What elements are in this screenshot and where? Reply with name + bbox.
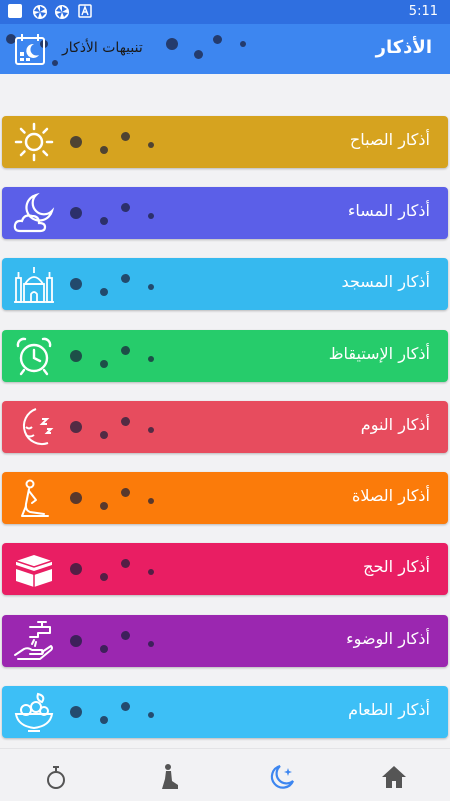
mosque-icon xyxy=(14,267,54,303)
decorative-dot xyxy=(70,350,82,362)
decorative-dot xyxy=(100,146,108,154)
card-mosque-adhkar[interactable]: أذكار المسجد xyxy=(2,258,448,310)
decorative-dot xyxy=(148,569,154,575)
card-sleep-adhkar[interactable]: أذكار النوم xyxy=(2,401,448,453)
card-waking-adhkar[interactable]: أذكار الإستيقاظ xyxy=(2,330,448,382)
bottom-nav xyxy=(0,748,450,801)
decorative-dot xyxy=(148,712,154,718)
decorative-dot xyxy=(121,631,130,640)
card-hajj-adhkar[interactable]: أذكار الحج xyxy=(2,543,448,595)
decorative-dot xyxy=(100,716,108,724)
decorative-dot xyxy=(100,645,108,653)
status-bar: 5:11 xyxy=(0,0,450,24)
page-title: الأذكار xyxy=(375,37,432,58)
card-label: أذكار الصباح xyxy=(349,130,430,149)
decorative-dot xyxy=(70,492,82,504)
decorative-dot xyxy=(100,360,108,368)
decorative-dot xyxy=(148,213,154,219)
kaaba-icon xyxy=(15,555,53,587)
decorative-dot xyxy=(70,278,82,290)
sun-icon xyxy=(14,122,54,162)
app-bar: الأذكار تنبيهات الأذكار xyxy=(0,24,450,74)
decorative-dot xyxy=(148,284,154,290)
moon-star-icon[interactable] xyxy=(268,763,296,791)
decorative-dot xyxy=(100,288,108,296)
decorative-dot xyxy=(70,706,82,718)
faucet-hand-icon xyxy=(14,621,53,660)
notifications-label[interactable]: تنبيهات الأذكار xyxy=(62,40,143,56)
letter-a-icon xyxy=(78,4,92,18)
decorative-dot xyxy=(148,356,154,362)
card-label: أذكار المسجد xyxy=(341,272,430,291)
alarm-clock-icon xyxy=(16,337,52,376)
food-bowl-icon xyxy=(14,692,54,732)
card-label: أذكار الطعام xyxy=(348,700,430,719)
prayer-icon[interactable] xyxy=(156,763,184,791)
card-label: أذكار المساء xyxy=(347,201,430,220)
decorative-dot xyxy=(100,573,108,581)
card-label: أذكار النوم xyxy=(360,415,430,434)
decorative-dot xyxy=(148,498,154,504)
decorative-dot xyxy=(121,702,130,711)
decorative-dot xyxy=(148,641,154,647)
praying-person-icon xyxy=(21,479,49,517)
decorative-dot xyxy=(121,346,130,355)
card-prayer-adhkar[interactable]: أذكار الصلاة xyxy=(2,472,448,524)
decorative-dot xyxy=(148,427,154,433)
card-morning-adhkar[interactable]: أذكار الصباح xyxy=(2,116,448,168)
decorative-dot xyxy=(148,142,154,148)
decorative-dot xyxy=(70,207,82,219)
square-icon xyxy=(8,4,22,18)
decorative-dot xyxy=(121,274,130,283)
decorative-dot xyxy=(70,421,82,433)
pinwheel-icon xyxy=(33,5,47,19)
card-label: أذكار الوضوء xyxy=(346,629,430,648)
pinwheel-icon xyxy=(55,5,69,19)
card-label: أذكار الإستيقاظ xyxy=(328,344,430,363)
sleeping-moon-icon xyxy=(23,408,54,446)
card-evening-adhkar[interactable]: أذكار المساء xyxy=(2,187,448,239)
card-ablution-adhkar[interactable]: أذكار الوضوء xyxy=(2,615,448,667)
decorative-dot xyxy=(121,488,130,497)
status-time: 5:11 xyxy=(408,4,438,19)
decorative-dot xyxy=(70,136,82,148)
decorative-dot xyxy=(70,563,82,575)
moon-cloud-icon xyxy=(13,192,55,233)
decorative-dot xyxy=(100,217,108,225)
decorative-dot xyxy=(121,559,130,568)
card-label: أذكار الحج xyxy=(363,557,430,576)
decorative-dot xyxy=(121,203,130,212)
decorative-dot xyxy=(121,132,130,141)
decorative-dot xyxy=(100,431,108,439)
tasbih-icon[interactable] xyxy=(42,763,70,791)
decorative-dot xyxy=(100,502,108,510)
card-label: أذكار الصلاة xyxy=(352,486,430,505)
decorative-dot xyxy=(70,635,82,647)
home-icon[interactable] xyxy=(380,763,408,791)
card-food-adhkar[interactable]: أذكار الطعام xyxy=(2,686,448,738)
calendar-moon-icon[interactable] xyxy=(14,32,46,66)
decorative-dot xyxy=(121,417,130,426)
